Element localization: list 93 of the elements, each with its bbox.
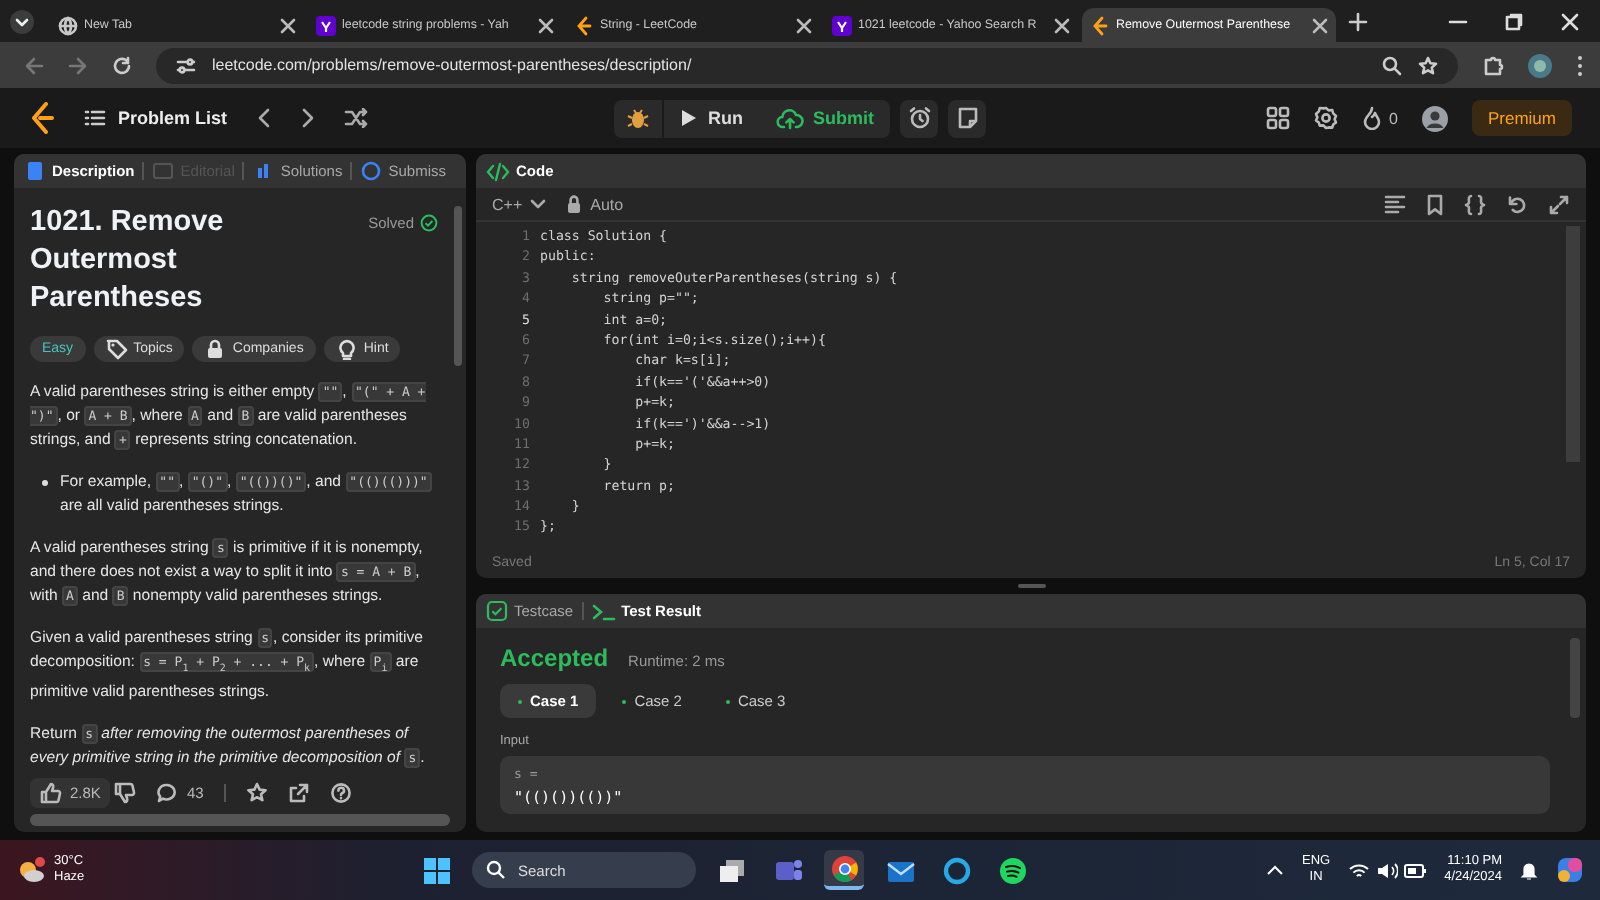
app-icon [832,15,852,35]
lightbulb-icon [335,338,358,360]
shuffle-icon[interactable] [343,108,368,128]
star-icon[interactable] [245,781,268,803]
run-button[interactable]: Run [664,99,759,137]
verdict-label: Accepted [500,644,609,672]
teams-icon [773,855,803,885]
close-icon[interactable] [1312,17,1328,33]
next-icon[interactable] [299,108,316,128]
speech-bubble-icon [156,781,179,803]
lock-icon [566,194,583,214]
task-view-icon [717,855,747,885]
star-icon[interactable] [1418,55,1438,75]
wifi-icon [1348,861,1371,879]
close-icon[interactable] [538,17,554,33]
reload-icon[interactable] [112,55,132,75]
sun-cloud-icon [16,856,48,884]
profile-avatar-icon[interactable] [1528,53,1552,77]
ring-icon [941,855,971,885]
cloud-upload-icon [775,107,803,129]
submit-button[interactable]: Submit [759,99,890,137]
bell-icon[interactable] [1520,860,1538,880]
bookmark-icon[interactable] [1426,193,1444,215]
previous-icon[interactable] [255,108,272,128]
lock-icon [204,338,227,360]
copilot-icon[interactable] [1556,856,1584,884]
scrollbar[interactable] [30,814,450,826]
layout-icon[interactable] [1265,106,1290,130]
thumbs-up-icon [40,781,62,803]
share-icon[interactable] [287,781,310,803]
checkbox-icon [486,600,508,622]
logo-icon[interactable] [28,102,56,134]
clock-icon [360,160,383,182]
close-icon[interactable] [796,17,812,33]
reset-icon[interactable] [1506,193,1528,215]
expand-icon[interactable] [1548,193,1570,215]
browser-icon [829,853,859,883]
help-icon[interactable] [329,781,352,803]
timer-button[interactable] [900,99,938,137]
close-icon[interactable] [280,17,296,33]
battery-icon [1404,863,1427,877]
start-icon [421,855,451,885]
logo-icon [1090,15,1110,35]
music-app-icon [997,855,1027,885]
language-dropdown[interactable]: C++ [492,195,547,213]
app-icon [316,15,336,35]
problem-list-link[interactable]: Problem List [84,108,228,128]
new-tab-icon[interactable] [1348,11,1368,31]
braces-icon[interactable] [1464,193,1486,215]
bullet-icon [42,480,48,486]
list-icon [84,108,106,128]
globe-icon [58,15,78,35]
close-icon[interactable] [1560,11,1580,31]
speaker-icon [1376,861,1399,879]
problem-title: 1021. Remove Outermost Parentheses [30,204,226,318]
premium-button[interactable]: Premium [1471,100,1572,136]
notes-button[interactable] [948,99,986,137]
book-icon [152,160,175,182]
more-icon[interactable] [1576,53,1584,77]
search-icon [486,860,506,880]
settings-icon[interactable] [1313,106,1338,130]
auto-mode-toggle[interactable]: Auto [566,194,624,214]
resize-handle[interactable] [1017,584,1045,588]
play-icon [680,108,698,128]
site-settings-icon [176,55,196,75]
avatar-icon[interactable] [1421,105,1448,131]
chevron-up-icon[interactable] [1265,864,1284,876]
restore-icon[interactable] [1504,11,1524,31]
check-circle-icon [420,214,438,232]
zoom-icon[interactable] [1382,55,1402,75]
close-icon[interactable] [1054,17,1070,33]
logo-icon [574,15,594,35]
code-icon [486,161,510,181]
scrollbar[interactable] [1570,638,1580,718]
bug-icon [626,106,650,130]
document-icon [24,160,46,182]
note-icon [955,106,979,130]
flame-icon [1361,106,1382,130]
address-field[interactable]: leetcode.com/problems/remove-outermost-parentheses/description/ [156,47,1458,83]
alarm-icon [907,106,931,130]
extensions-icon[interactable] [1482,54,1504,76]
format-icon[interactable] [1384,194,1406,214]
back-icon[interactable] [24,55,44,75]
tag-icon [105,338,128,360]
streak-counter[interactable]: 0 [1361,106,1398,130]
chevron-down-icon [530,198,547,210]
terminal-icon [591,601,616,621]
taskbar-app[interactable] [824,850,864,890]
scrollbar[interactable] [454,206,462,366]
thumbs-down-icon[interactable] [114,781,137,803]
forward-icon[interactable] [68,55,88,75]
system-tray-button[interactable] [1348,861,1427,879]
tab-list-icon[interactable] [10,9,34,33]
